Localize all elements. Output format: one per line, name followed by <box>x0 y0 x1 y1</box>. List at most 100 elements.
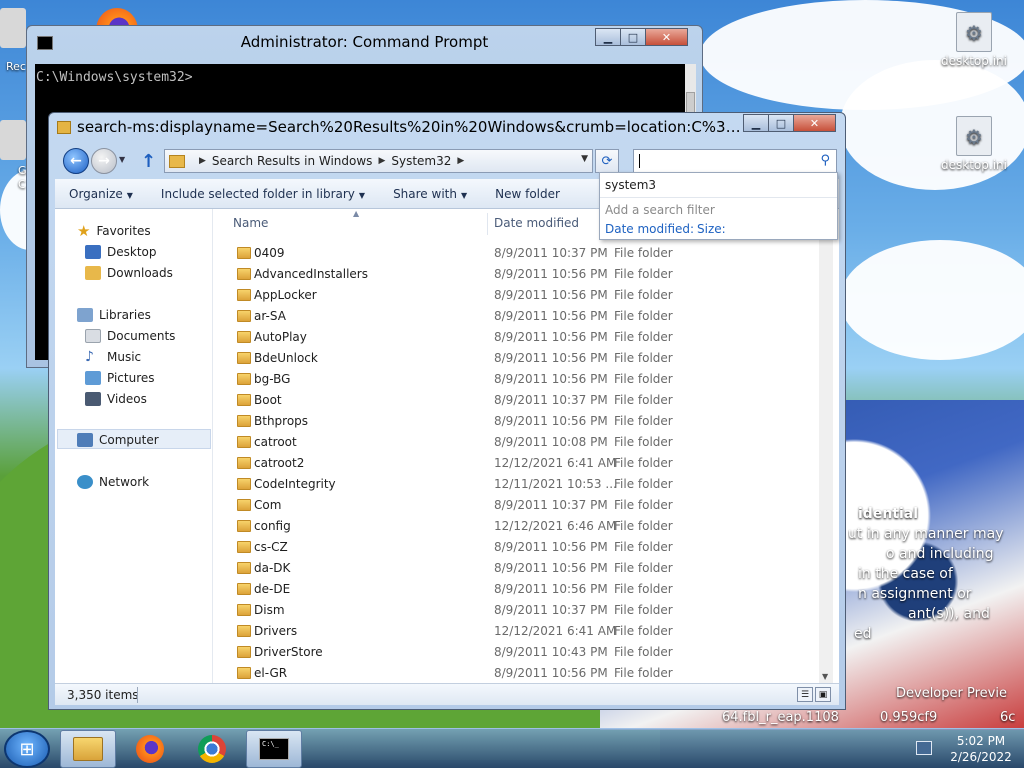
file-type: File folder <box>614 435 673 449</box>
table-row[interactable]: Com 8/9/2011 10:37 PM File folder <box>215 495 825 516</box>
nav-videos[interactable]: Videos <box>85 389 147 409</box>
breadcrumb-chevron-icon[interactable]: ▶ <box>199 156 206 166</box>
maximize-button[interactable]: □ <box>620 28 646 46</box>
scroll-down-arrow-icon[interactable]: ▼ <box>822 672 828 681</box>
table-row[interactable]: Drivers 12/12/2021 6:41 AM File folder <box>215 621 825 642</box>
confidential-line: n assignment or <box>858 586 972 602</box>
table-row[interactable]: catroot2 12/12/2021 6:41 AM File folder <box>215 453 825 474</box>
file-name: da-DK <box>254 561 291 575</box>
table-row[interactable]: Dism 8/9/2011 10:37 PM File folder <box>215 600 825 621</box>
minimize-button[interactable]: ▁ <box>595 28 621 46</box>
maximize-button[interactable]: □ <box>768 114 794 132</box>
file-type: File folder <box>614 309 673 323</box>
table-row[interactable]: ar-SA 8/9/2011 10:56 PM File folder <box>215 306 825 327</box>
item-count: 3,350 items <box>67 688 139 702</box>
share-with-button[interactable]: Share with ▼ <box>379 187 481 201</box>
system-clock[interactable]: 5:02 PM 2/26/2022 <box>948 733 1014 765</box>
table-row[interactable]: config 12/12/2021 6:46 AM File folder <box>215 516 825 537</box>
vertical-scrollbar[interactable]: ▼ <box>819 209 833 683</box>
filter-date-modified[interactable]: Date modified: <box>605 222 694 236</box>
organize-button[interactable]: Organize ▼ <box>55 187 147 201</box>
network-tray-icon[interactable] <box>916 741 932 755</box>
address-bar[interactable]: ▶ Search Results in Windows ▶ System32 ▶… <box>164 149 593 173</box>
column-header-name[interactable]: Name <box>233 209 268 237</box>
column-header-date[interactable]: Date modified <box>494 209 579 237</box>
file-type: File folder <box>614 540 673 554</box>
file-name: DriverStore <box>254 645 323 659</box>
minimize-button[interactable]: ▁ <box>743 114 769 132</box>
folder-icon <box>237 310 251 322</box>
table-row[interactable]: el-GR 8/9/2011 10:56 PM File folder <box>215 663 825 684</box>
nav-downloads[interactable]: Downloads <box>85 263 173 283</box>
documents-icon <box>85 329 101 343</box>
file-date: 8/9/2011 10:56 PM <box>494 351 608 365</box>
network-icon <box>77 475 93 489</box>
text-caret <box>639 154 640 168</box>
search-icon[interactable]: ⚲ <box>820 153 830 168</box>
nav-documents[interactable]: Documents <box>85 326 175 346</box>
taskbar-chrome-button[interactable] <box>184 730 240 768</box>
breadcrumb-search-results[interactable]: Search Results in Windows <box>212 154 373 168</box>
back-button[interactable]: ← <box>63 148 89 174</box>
start-button[interactable]: ⊞ <box>4 730 50 768</box>
recent-pages-dropdown[interactable]: ▼ <box>119 155 125 164</box>
file-date: 12/12/2021 6:46 AM <box>494 519 617 533</box>
file-type: File folder <box>614 582 673 596</box>
nav-music[interactable]: ♪ Music <box>85 347 141 367</box>
table-row[interactable]: de-DE 8/9/2011 10:56 PM File folder <box>215 579 825 600</box>
nav-label: Downloads <box>107 266 173 280</box>
large-icons-view-icon[interactable]: ▣ <box>815 687 831 702</box>
desktop-ini-icon[interactable]: desktop.ini <box>934 12 1014 68</box>
taskbar-firefox-button[interactable] <box>122 730 178 768</box>
taskbar-cmd-button[interactable]: C:\_ <box>246 730 302 768</box>
nav-network[interactable]: Network <box>77 472 149 492</box>
refresh-button[interactable]: ⟳ <box>595 149 619 173</box>
desktop-ini-icon[interactable]: desktop.ini <box>934 116 1014 172</box>
table-row[interactable]: catroot 8/9/2011 10:08 PM File folder <box>215 432 825 453</box>
taskbar-explorer-button[interactable] <box>60 730 116 768</box>
table-row[interactable]: BdeUnlock 8/9/2011 10:56 PM File folder <box>215 348 825 369</box>
include-in-library-button[interactable]: Include selected folder in library ▼ <box>147 187 379 201</box>
details-view-icon[interactable]: ☰ <box>797 687 813 702</box>
file-type: File folder <box>614 561 673 575</box>
close-button[interactable]: ✕ <box>793 114 836 132</box>
nav-desktop[interactable]: Desktop <box>85 242 157 262</box>
breadcrumb-chevron-icon[interactable]: ▶ <box>457 156 464 166</box>
nav-label: Computer <box>99 433 159 447</box>
table-row[interactable]: Bthprops 8/9/2011 10:56 PM File folder <box>215 411 825 432</box>
table-row[interactable]: CodeIntegrity 12/11/2021 10:53 ... File fo… <box>215 474 825 495</box>
forward-button[interactable]: → <box>91 148 117 174</box>
table-row[interactable]: Boot 8/9/2011 10:37 PM File folder <box>215 390 825 411</box>
file-date: 8/9/2011 10:37 PM <box>494 603 608 617</box>
table-row[interactable]: AdvancedInstallers 8/9/2011 10:56 PM File … <box>215 264 825 285</box>
recycle-bin-icon[interactable] <box>0 8 26 48</box>
table-row[interactable]: 0409 8/9/2011 10:37 PM File folder <box>215 243 825 264</box>
column-divider[interactable] <box>487 213 488 235</box>
table-row[interactable]: cs-CZ 8/9/2011 10:56 PM File folder <box>215 537 825 558</box>
file-date: 8/9/2011 10:56 PM <box>494 414 608 428</box>
file-type: File folder <box>614 603 673 617</box>
table-row[interactable]: DriverStore 8/9/2011 10:43 PM File folder <box>215 642 825 663</box>
breadcrumb-chevron-icon[interactable]: ▶ <box>378 156 385 166</box>
taskbar: ⊞ C:\_ 5:02 PM 2/26/2022 <box>0 728 1024 768</box>
folder-icon <box>237 583 251 595</box>
filter-size[interactable]: Size: <box>697 222 726 236</box>
search-suggestion-item[interactable]: system3 <box>605 178 656 192</box>
nav-libraries[interactable]: Libraries <box>77 305 151 325</box>
up-arrow-icon[interactable]: ↑ <box>141 151 156 172</box>
address-dropdown-icon[interactable]: ▼ <box>581 154 588 164</box>
table-row[interactable]: da-DK 8/9/2011 10:56 PM File folder <box>215 558 825 579</box>
table-row[interactable]: AppLocker 8/9/2011 10:56 PM File folder <box>215 285 825 306</box>
close-button[interactable]: ✕ <box>645 28 688 46</box>
nav-computer[interactable]: Computer <box>77 430 159 450</box>
desktop-shortcut-icon[interactable] <box>0 120 26 160</box>
table-row[interactable]: bg-BG 8/9/2011 10:56 PM File folder <box>215 369 825 390</box>
breadcrumb-system32[interactable]: System32 <box>391 154 451 168</box>
cmd-icon: C:\_ <box>259 738 289 760</box>
table-row[interactable]: AutoPlay 8/9/2011 10:56 PM File folder <box>215 327 825 348</box>
nav-pictures[interactable]: Pictures <box>85 368 155 388</box>
file-date: 8/9/2011 10:56 PM <box>494 309 608 323</box>
new-folder-button[interactable]: New folder <box>481 187 574 201</box>
search-input[interactable]: ⚲ <box>633 149 837 173</box>
nav-favorites[interactable]: ★ Favorites <box>77 221 151 241</box>
